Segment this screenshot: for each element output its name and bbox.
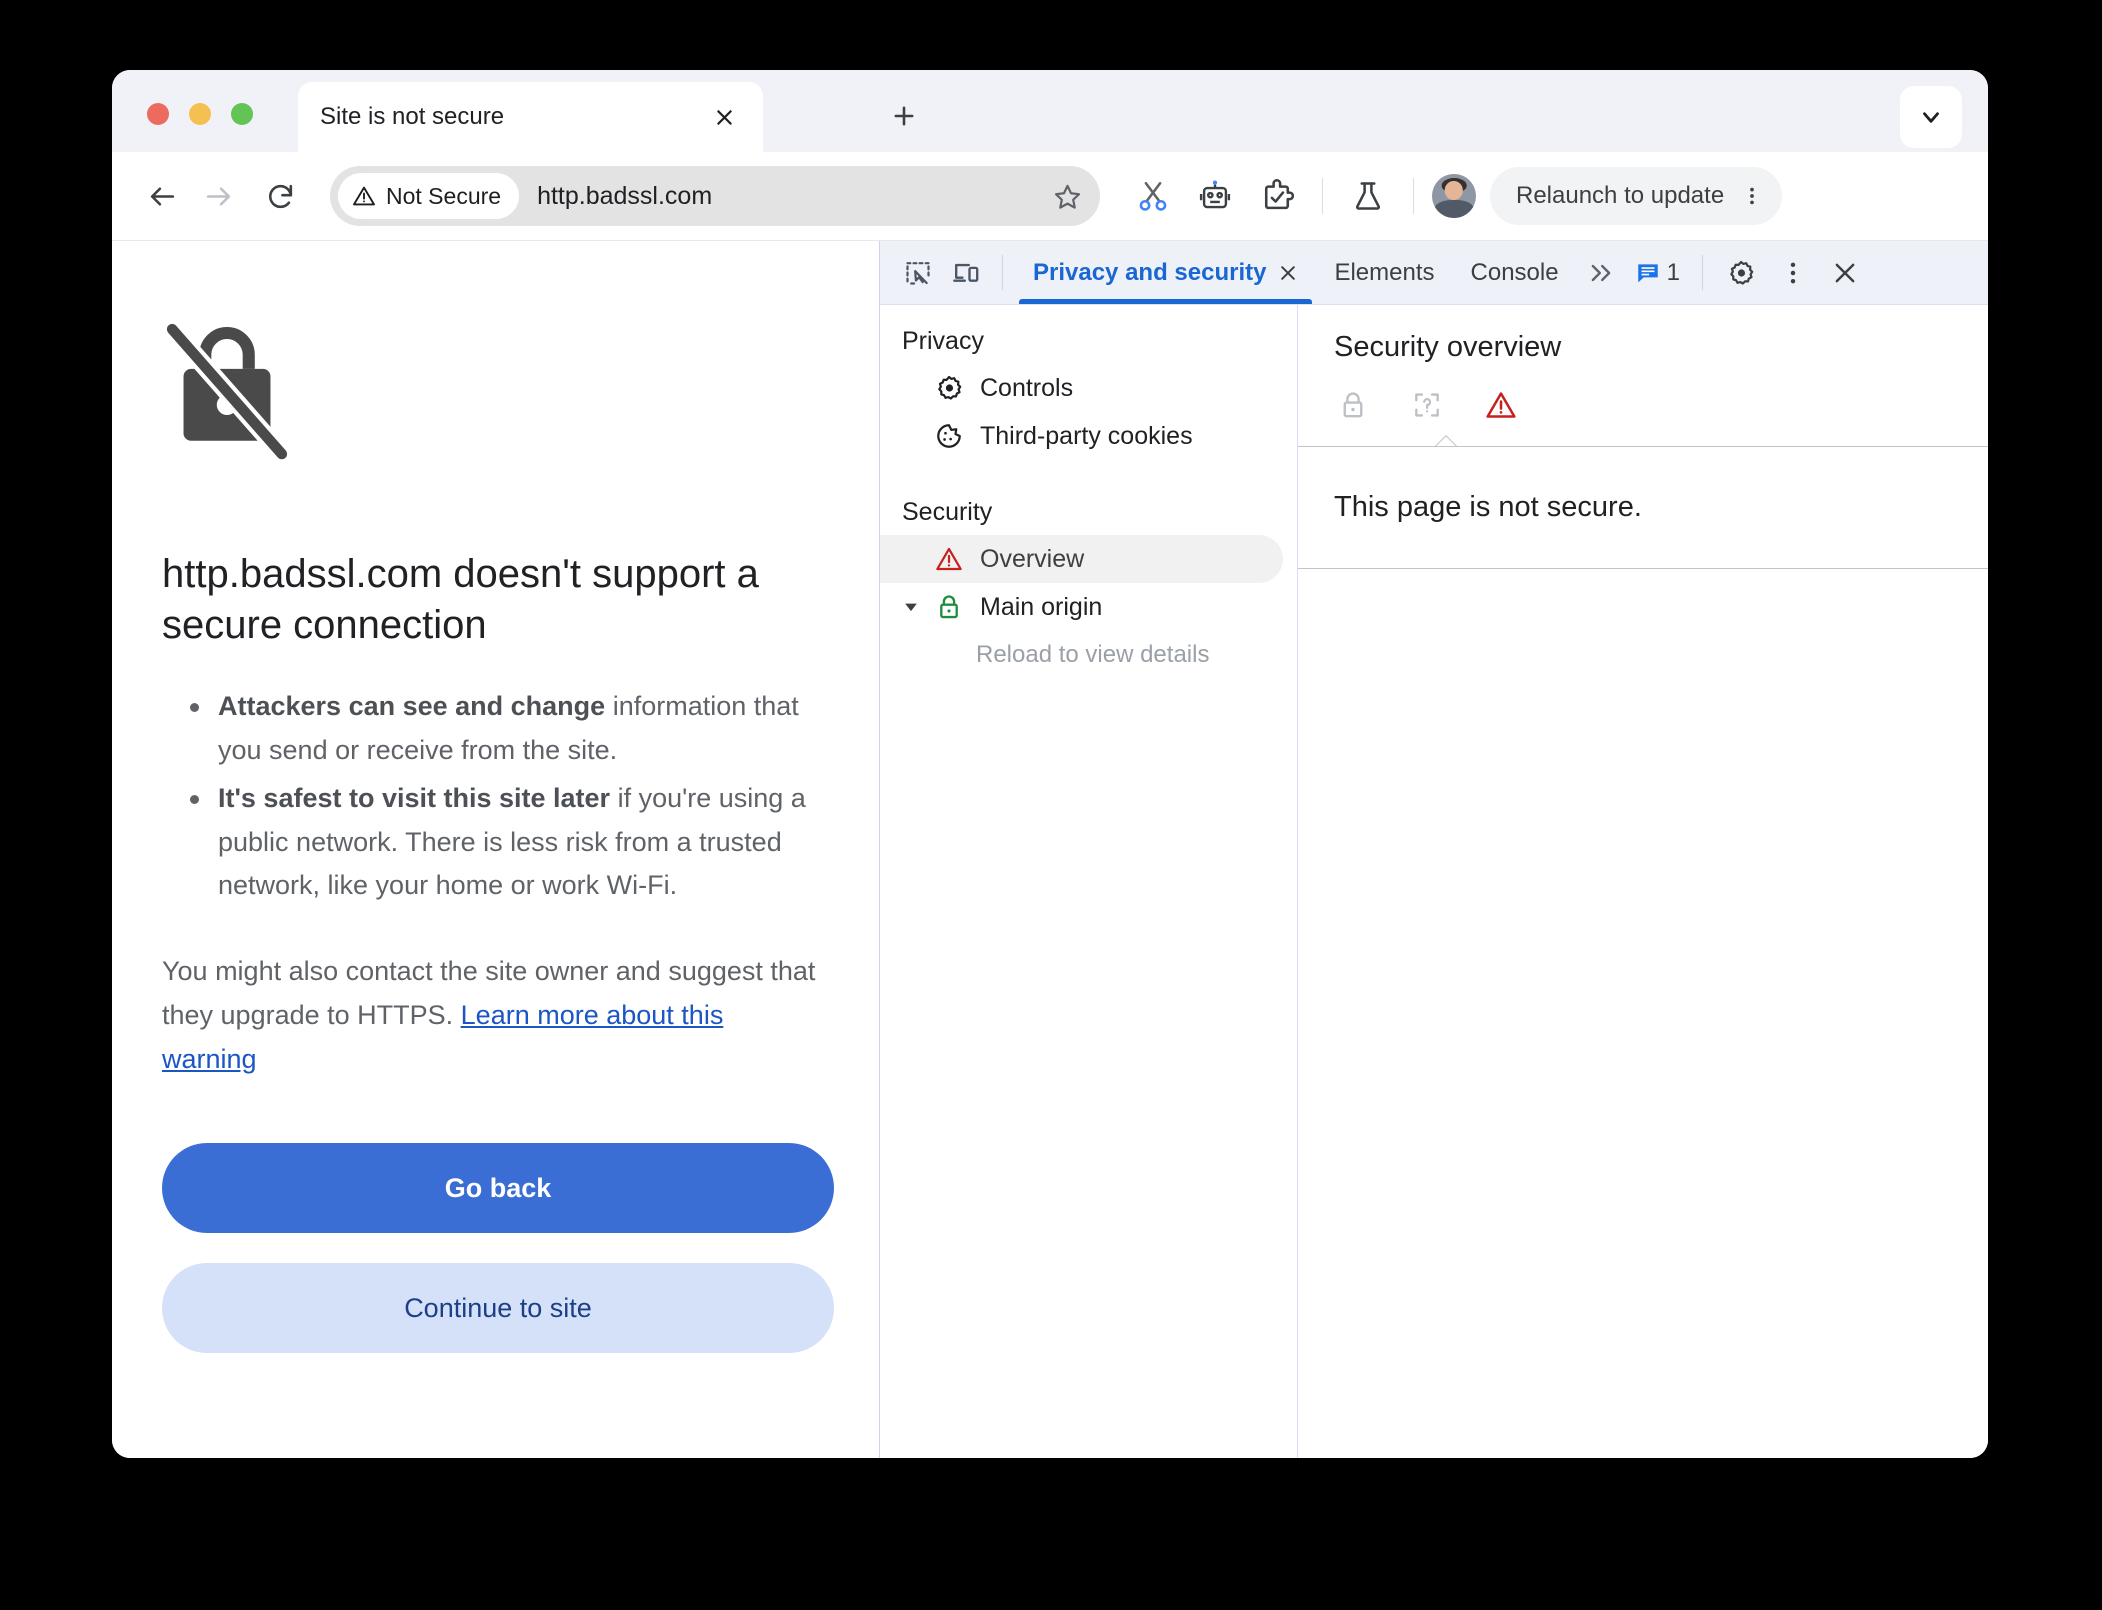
inspect-element-icon[interactable]: [894, 241, 942, 304]
flask-icon[interactable]: [1337, 165, 1399, 227]
devtools-panel: Privacy and security Elements Console 1 …: [879, 241, 1988, 1458]
url-text[interactable]: http.badssl.com: [537, 182, 1044, 211]
sidebar-item-main-origin[interactable]: Main origin: [880, 583, 1283, 631]
security-status-chip[interactable]: Not Secure: [338, 173, 520, 219]
sidebar-group-security: Security: [902, 498, 993, 526]
page-title: http.badssl.com doesn't support a secure…: [162, 552, 759, 648]
avatar-face: [1444, 181, 1464, 200]
relaunch-label: Relaunch to update: [1516, 182, 1725, 209]
close-devtools-icon[interactable]: [1819, 241, 1871, 304]
scissors-icon[interactable]: [1122, 165, 1184, 227]
bullet-1-bold: Attackers can see and change: [218, 691, 606, 722]
avatar[interactable]: [1432, 174, 1476, 218]
chevron-down-icon[interactable]: [1900, 86, 1962, 148]
devtools-sidebar: Privacy Controls Third-party cookies Sec…: [880, 305, 1298, 1458]
message-count: 1: [1666, 258, 1680, 286]
browser-tab[interactable]: Site is not secure: [298, 82, 763, 152]
avatar-body: [1434, 199, 1474, 218]
relaunch-to-update-button[interactable]: Relaunch to update: [1490, 167, 1783, 225]
tab-title: Site is not secure: [320, 103, 505, 130]
toolbar-divider: [1322, 178, 1323, 214]
warning-triangle-icon[interactable]: [1482, 386, 1520, 424]
robot-icon[interactable]: [1184, 165, 1246, 227]
devtools-body: Privacy Controls Third-party cookies Sec…: [880, 305, 1988, 1458]
browser-window: Site is not secure Not Secure http.badss…: [112, 70, 1988, 1458]
warning-triangle-icon: [934, 544, 964, 574]
gear-icon: [934, 373, 964, 403]
maximize-window-button[interactable]: [231, 103, 253, 125]
new-tab-icon[interactable]: [882, 94, 926, 138]
more-tabs-icon[interactable]: [1577, 241, 1625, 304]
sidebar-item-overview[interactable]: Overview: [880, 535, 1283, 583]
browser-menu-icon[interactable]: [1730, 174, 1774, 218]
tab-label: Console: [1470, 258, 1559, 286]
console-message-badge[interactable]: 1: [1625, 241, 1690, 304]
tab-label: Elements: [1334, 258, 1435, 286]
list-item: Attackers can see and change information…: [162, 685, 824, 772]
content-split: http.badssl.com doesn't support a secure…: [112, 240, 1988, 1458]
window-controls: [147, 103, 253, 125]
browser-toolbar: Not Secure http.badssl.com Relaunch to u…: [112, 152, 1988, 240]
status-icons-divider: [1298, 446, 1988, 447]
security-status-label: Not Secure: [386, 182, 502, 209]
crossed-out-lock-icon: [162, 316, 292, 471]
warning-triangle-icon: [353, 186, 375, 206]
cookie-icon: [934, 421, 964, 451]
panel-title: Security overview: [1334, 331, 1562, 363]
sidebar-item-third-party-cookies[interactable]: Third-party cookies: [880, 412, 1283, 460]
contact-owner-paragraph: You might also contact the site owner an…: [162, 950, 824, 1081]
security-status-icons: [1298, 386, 1988, 424]
sidebar-item-label: Overview: [980, 544, 1085, 573]
devtools-toolbar-divider: [1002, 255, 1003, 290]
warning-bullet-list: Attackers can see and change information…: [162, 685, 824, 908]
list-item: It's safest to visit this site later if …: [162, 777, 824, 908]
devtools-toolbar-divider: [1701, 255, 1703, 290]
close-icon[interactable]: [1278, 263, 1298, 283]
forward-button[interactable]: [190, 168, 246, 224]
close-window-button[interactable]: [147, 103, 169, 125]
bookmark-star-icon[interactable]: [1044, 173, 1090, 219]
sidebar-item-label: Third-party cookies: [980, 421, 1193, 450]
close-tab-icon[interactable]: [707, 100, 741, 134]
devtools-toolbar: Privacy and security Elements Console 1: [880, 241, 1988, 305]
tab-console[interactable]: Console: [1453, 241, 1577, 304]
device-toolbar-icon[interactable]: [942, 241, 990, 304]
tab-privacy-and-security[interactable]: Privacy and security: [1015, 241, 1316, 304]
security-summary-text: This page is not secure.: [1298, 447, 1988, 569]
gear-icon[interactable]: [1715, 241, 1767, 304]
sidebar-group-privacy: Privacy: [902, 327, 984, 355]
go-back-button[interactable]: Go back: [162, 1143, 834, 1234]
devtools-more-icon[interactable]: [1767, 241, 1819, 304]
lock-icon[interactable]: [1334, 386, 1372, 424]
sidebar-item-label: Controls: [980, 373, 1074, 402]
tab-label: Privacy and security: [1033, 258, 1267, 286]
interstitial-page: http.badssl.com doesn't support a secure…: [112, 241, 879, 1458]
sidebar-item-label: Main origin: [980, 592, 1103, 621]
lock-icon: [934, 592, 964, 622]
security-overview-panel: Security overview This page is not secur…: [1298, 305, 1988, 1458]
tab-strip: Site is not secure: [112, 70, 1988, 152]
toolbar-actions: Relaunch to update: [1122, 165, 1783, 227]
continue-to-site-button[interactable]: Continue to site: [162, 1263, 834, 1354]
minimize-window-button[interactable]: [189, 103, 211, 125]
certificate-icon[interactable]: [1408, 386, 1446, 424]
reload-button[interactable]: [252, 168, 308, 224]
reload-to-view-details-note: Reload to view details: [976, 641, 1210, 668]
address-bar[interactable]: Not Secure http.badssl.com: [330, 166, 1100, 226]
active-status-caret: [1435, 435, 1457, 446]
back-button[interactable]: [134, 168, 190, 224]
sidebar-item-controls[interactable]: Controls: [880, 364, 1283, 412]
chevron-down-icon[interactable]: [900, 596, 922, 618]
toolbar-divider: [1413, 178, 1414, 214]
tab-elements[interactable]: Elements: [1316, 241, 1452, 304]
puzzle-icon[interactable]: [1246, 165, 1308, 227]
message-bubble-icon: [1637, 263, 1658, 282]
bullet-2-bold: It's safest to visit this site later: [218, 782, 611, 813]
